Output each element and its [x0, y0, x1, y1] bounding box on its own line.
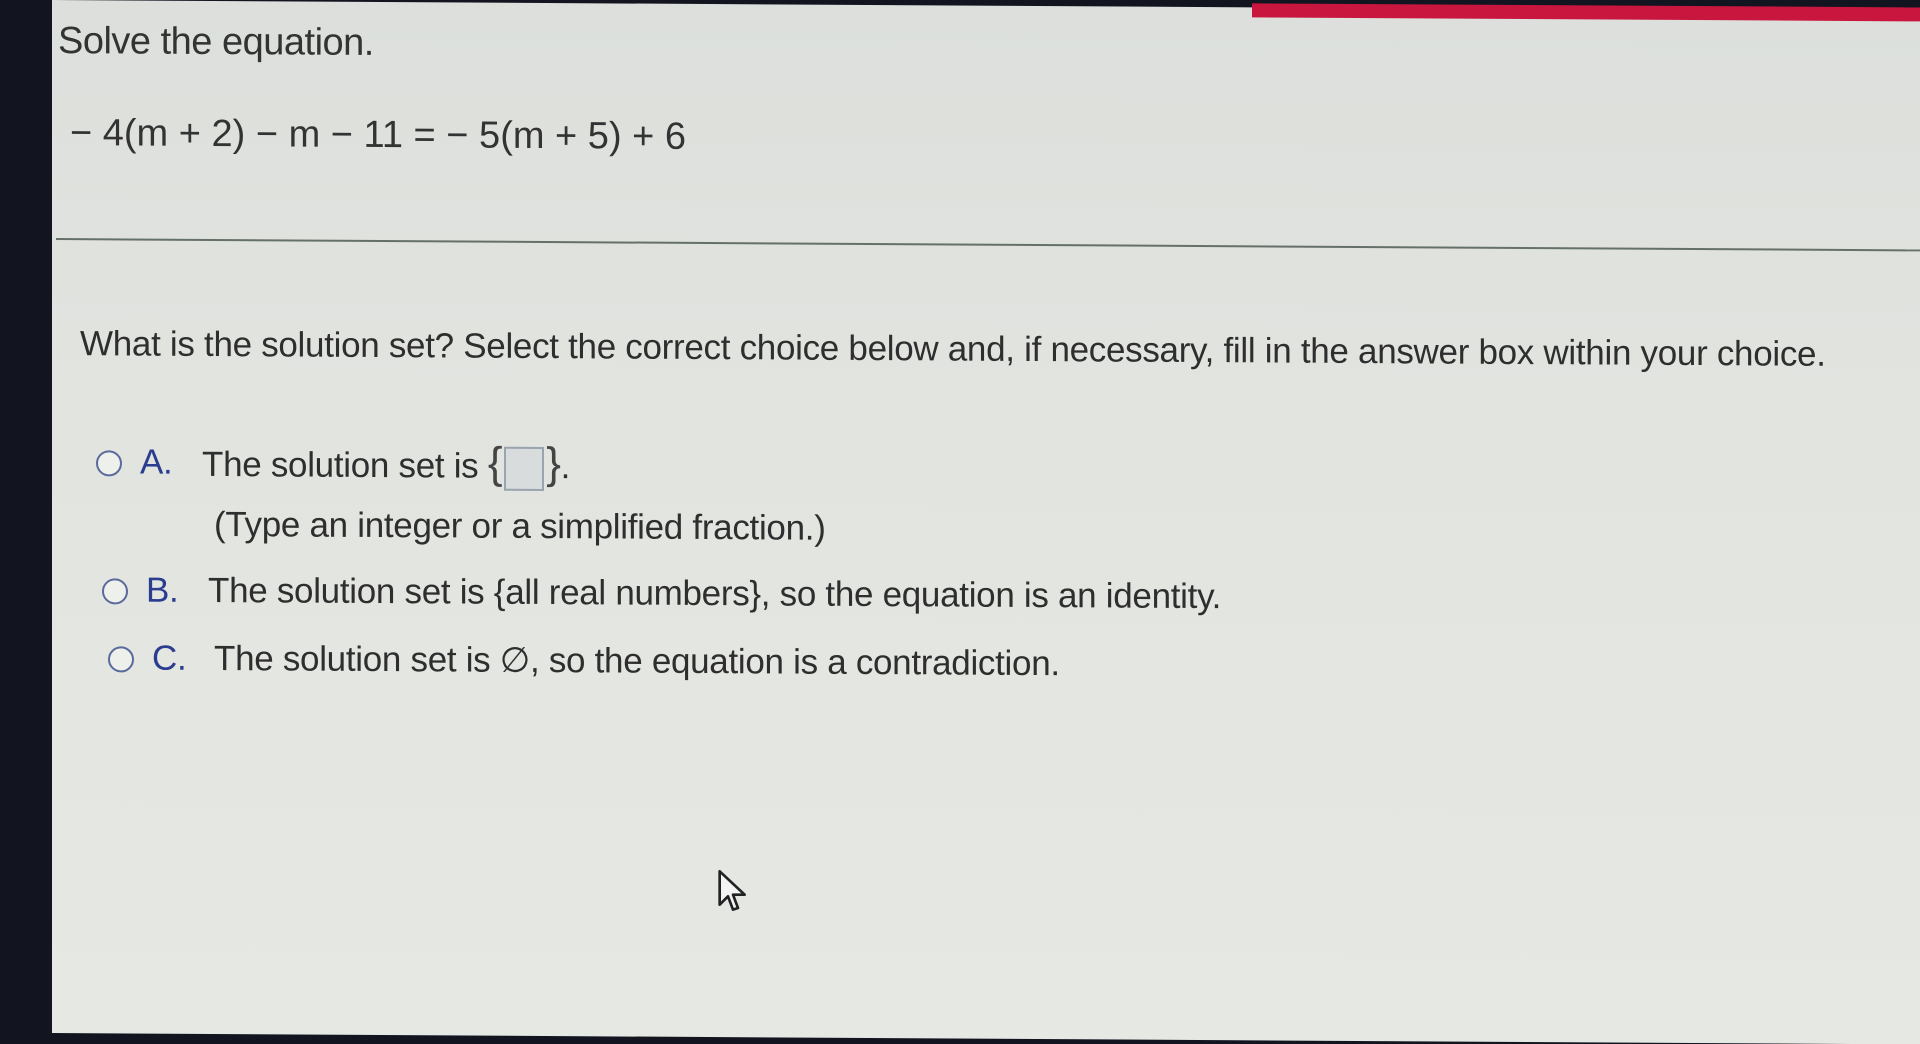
choice-letter: B. [146, 570, 179, 610]
top-accent-strip [1252, 3, 1920, 22]
divider [56, 238, 1920, 252]
choice-a[interactable]: A. The solution set is {}. [96, 439, 571, 491]
choice-text-before: The solution set is [202, 444, 488, 486]
question-prompt: What is the solution set? Select the cor… [80, 324, 1826, 374]
choice-letter: A. [140, 442, 173, 482]
brace-close: } [546, 439, 561, 489]
radio-choice-c[interactable] [108, 646, 134, 673]
question-header: Solve the equation. [58, 20, 374, 64]
answer-box[interactable] [504, 446, 545, 491]
choice-b[interactable]: B. The solution set is {all real numbers… [102, 570, 1221, 617]
choice-text: The solution set is ∅, so the equation i… [214, 638, 1060, 684]
choice-letter: C. [152, 638, 187, 678]
answer-hint: (Type an integer or a simplified fractio… [214, 504, 826, 548]
choice-c[interactable]: C. The solution set is ∅, so the equatio… [108, 638, 1060, 684]
choice-text: The solution set is {}. [202, 439, 571, 491]
equation: − 4(m + 2) − m − 11 = − 5(m + 5) + 6 [70, 112, 687, 158]
choice-text: The solution set is {all real numbers}, … [208, 570, 1222, 617]
screen: Solve the equation. − 4(m + 2) − m − 11 … [52, 0, 1920, 1044]
mouse-cursor-icon [718, 870, 747, 911]
brace-open: { [487, 438, 503, 488]
radio-choice-a[interactable] [96, 450, 122, 477]
radio-choice-b[interactable] [102, 578, 128, 605]
choice-text-after: . [560, 447, 571, 487]
